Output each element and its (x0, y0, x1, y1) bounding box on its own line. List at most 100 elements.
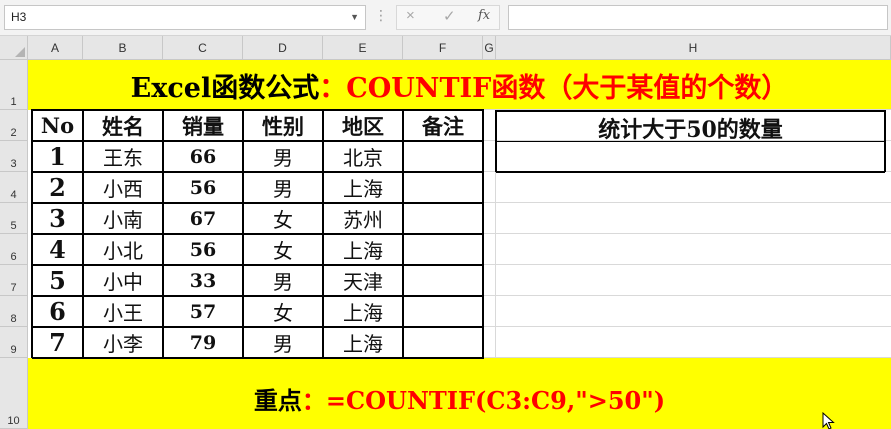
table-cell[interactable]: 66 (163, 141, 243, 172)
table-header-cell[interactable]: No (32, 110, 83, 141)
gridline-h (483, 326, 891, 327)
column-header-d[interactable]: D (243, 36, 323, 60)
select-all-icon (15, 47, 25, 57)
row-number: 6 (10, 251, 17, 263)
column-header-e[interactable]: E (323, 36, 403, 60)
table-cell[interactable]: 女 (243, 203, 323, 234)
stat-value-cell[interactable] (496, 143, 885, 171)
table-cell[interactable]: 57 (163, 296, 243, 327)
row-number-cell[interactable]: 7 (32, 327, 83, 358)
formula-input[interactable] (508, 5, 888, 30)
column-header-f[interactable]: F (403, 36, 483, 60)
row-number-cell[interactable]: 3 (32, 203, 83, 234)
more-options-icon[interactable]: ⋮ (374, 7, 388, 24)
row-header-5[interactable]: 5 (0, 203, 28, 234)
column-header-b[interactable]: B (83, 36, 163, 60)
row-header-8[interactable]: 8 (0, 296, 28, 327)
row-header-9[interactable]: 9 (0, 327, 28, 358)
table-cell[interactable] (403, 172, 483, 203)
table-header-cell[interactable]: 姓名 (83, 110, 163, 141)
gridline-h (483, 295, 891, 296)
table-cell[interactable]: 小王 (83, 296, 163, 327)
table-cell[interactable]: 小李 (83, 327, 163, 358)
table-cell[interactable]: 北京 (323, 141, 403, 172)
table-cell[interactable]: 男 (243, 141, 323, 172)
column-header-h[interactable]: H (496, 36, 891, 60)
table-cell[interactable] (403, 203, 483, 234)
row-header-7[interactable]: 7 (0, 265, 28, 296)
sheet-title: Excel函数公式 ：COUNTIF函数（大于某值的个数） (28, 60, 891, 110)
row-number-cell[interactable]: 4 (32, 234, 83, 265)
table-header-cell[interactable]: 性别 (243, 110, 323, 141)
row-number-cell[interactable]: 1 (32, 141, 83, 172)
column-header-g[interactable]: G (483, 36, 496, 60)
chevron-down-icon[interactable]: ▼ (350, 6, 359, 29)
table-cell[interactable]: 小北 (83, 234, 163, 265)
select-all-corner[interactable] (0, 36, 28, 60)
title-rest: ：COUNTIF函数（大于某值的个数） (319, 72, 789, 104)
row-header-6[interactable]: 6 (0, 234, 28, 265)
row-number: 7 (10, 282, 17, 294)
table-header-cell[interactable]: 销量 (163, 110, 243, 141)
table-cell[interactable]: 小南 (83, 203, 163, 234)
table-cell[interactable]: 56 (163, 172, 243, 203)
row-number: 4 (10, 189, 17, 201)
table-cell[interactable]: 男 (243, 265, 323, 296)
table-cell[interactable] (403, 234, 483, 265)
gridline-h (483, 233, 891, 234)
table-cell[interactable]: 79 (163, 327, 243, 358)
row-header-2[interactable]: 2 (0, 110, 28, 141)
row-number: 3 (10, 158, 17, 170)
title-main: Excel函数公式 (130, 72, 320, 104)
table-cell[interactable]: 67 (163, 203, 243, 234)
column-header-c[interactable]: C (163, 36, 243, 60)
row-number-cell[interactable]: 6 (32, 296, 83, 327)
table-cell[interactable]: 小西 (83, 172, 163, 203)
enter-icon[interactable]: ✓ (443, 7, 456, 25)
table-cell[interactable]: 56 (163, 234, 243, 265)
row-header-4[interactable]: 4 (0, 172, 28, 203)
stat-box-border-h (496, 171, 885, 173)
row-header-1[interactable]: 1 (0, 60, 28, 110)
row-header-10[interactable]: 10 (0, 358, 28, 429)
gridline-h (483, 264, 891, 265)
key-formula-text: ：=COUNTIF(C3:C9,">50") (301, 385, 666, 415)
table-cell[interactable]: 上海 (323, 327, 403, 358)
table-header-cell[interactable]: 地区 (323, 110, 403, 141)
stat-title: 统计大于50的数量 (598, 116, 783, 143)
insert-function-icon[interactable]: fx (478, 8, 490, 23)
row-number: 9 (10, 344, 17, 356)
table-cell[interactable]: 男 (243, 172, 323, 203)
table-cell[interactable] (403, 265, 483, 296)
table-cell[interactable]: 33 (163, 265, 243, 296)
table-cell[interactable]: 小中 (83, 265, 163, 296)
gridline-h (483, 357, 891, 358)
gridline-h (483, 202, 891, 203)
row-number: 8 (10, 313, 17, 325)
table-cell[interactable]: 苏州 (323, 203, 403, 234)
row-number-cell[interactable]: 2 (32, 172, 83, 203)
table-cell[interactable]: 王东 (83, 141, 163, 172)
cancel-icon[interactable]: × (406, 7, 415, 24)
row-number: 10 (7, 415, 20, 427)
row-number-cell[interactable]: 5 (32, 265, 83, 296)
mouse-cursor-icon (822, 412, 835, 429)
name-box[interactable]: H3 ▼ (4, 5, 366, 30)
table-cell[interactable]: 上海 (323, 234, 403, 265)
row-number: 5 (10, 220, 17, 232)
row-header-3[interactable]: 3 (0, 141, 28, 172)
table-cell[interactable]: 女 (243, 234, 323, 265)
table-cell[interactable] (403, 141, 483, 172)
table-cell[interactable]: 女 (243, 296, 323, 327)
column-header-a[interactable]: A (28, 36, 83, 60)
key-formula-label: 重点 (253, 385, 302, 415)
table-cell[interactable]: 男 (243, 327, 323, 358)
table-cell[interactable] (403, 296, 483, 327)
table-cell[interactable]: 上海 (323, 296, 403, 327)
table-cell[interactable]: 天津 (323, 265, 403, 296)
table-cell[interactable]: 上海 (323, 172, 403, 203)
row-number: 2 (10, 127, 17, 139)
table-header-cell[interactable]: 备注 (403, 110, 483, 141)
formula-bar: H3 ▼ ⋮ × ✓ fx (0, 0, 891, 36)
table-cell[interactable] (403, 327, 483, 358)
